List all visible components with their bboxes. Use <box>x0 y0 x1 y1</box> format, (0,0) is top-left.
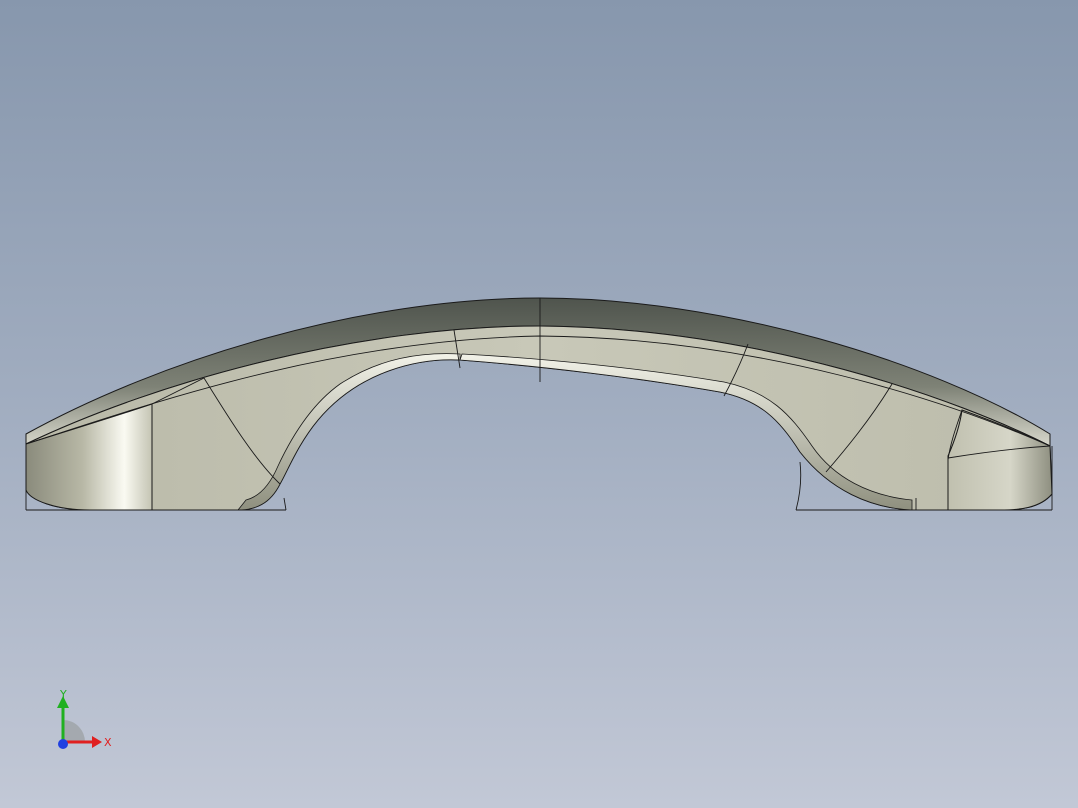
handle-front-face[interactable] <box>25 325 1053 511</box>
y-axis-label: Y <box>59 688 67 701</box>
triad-plane-indicator <box>63 720 85 742</box>
x-axis-arrowhead <box>92 736 102 748</box>
coordinate-triad-icon[interactable]: Y X <box>48 684 128 764</box>
cad-3d-viewport[interactable]: Y X <box>0 0 1078 808</box>
z-axis-dot <box>58 739 68 749</box>
x-axis-label: X <box>104 736 112 749</box>
model-view[interactable] <box>0 0 1078 808</box>
